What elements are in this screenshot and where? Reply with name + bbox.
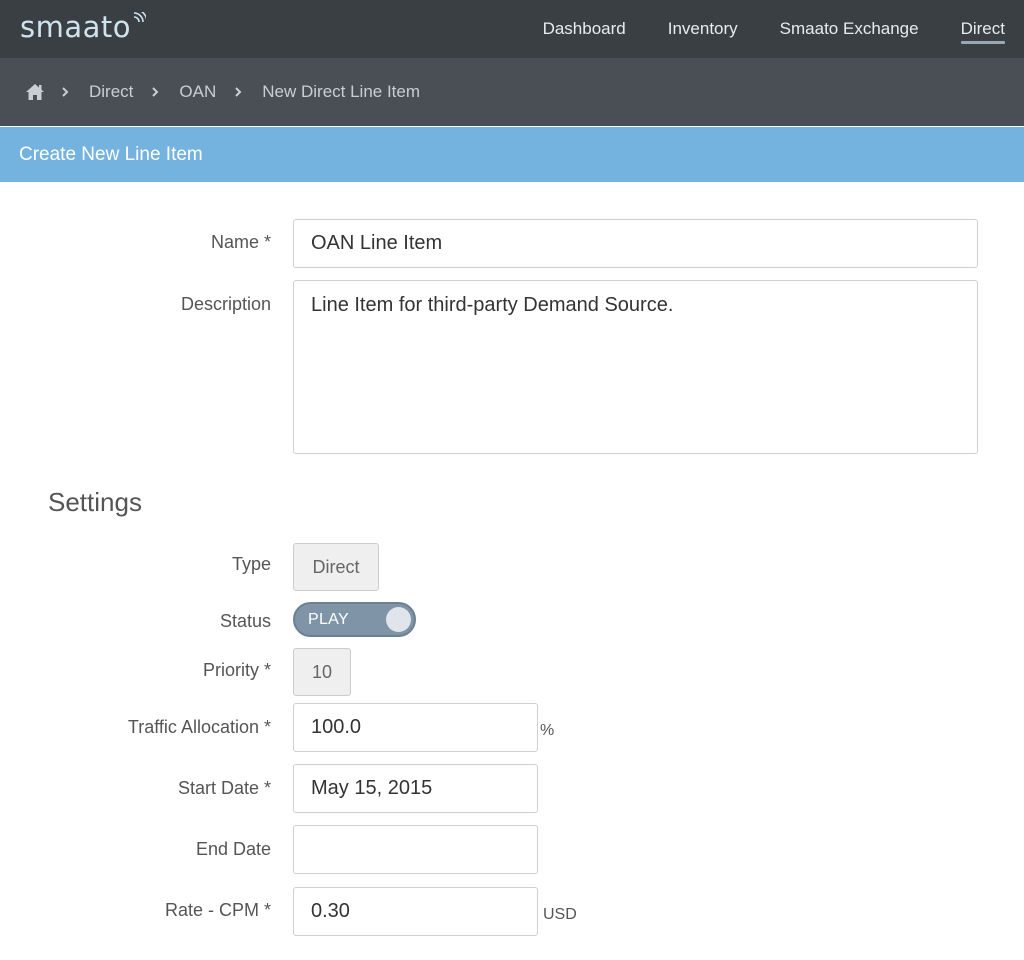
- nav-inventory[interactable]: Inventory: [668, 0, 738, 58]
- usd-unit: USD: [543, 906, 577, 923]
- panel-header: Create New Line Item: [0, 127, 1024, 182]
- start-date-label: Start Date *: [177, 778, 271, 798]
- status-toggle[interactable]: PLAY: [293, 602, 416, 637]
- signal-icon: [133, 12, 147, 23]
- breadcrumb: Direct OAN New Direct Line Item: [0, 58, 1024, 126]
- priority-label: Priority *: [202, 660, 271, 680]
- smaato-logo[interactable]: smaato: [20, 10, 147, 44]
- traffic-allocation-label: Traffic Allocation *: [127, 717, 271, 737]
- breadcrumb-oan[interactable]: OAN: [179, 82, 216, 102]
- nav-dashboard[interactable]: Dashboard: [543, 0, 626, 58]
- status-toggle-label: PLAY: [308, 611, 349, 628]
- chevron-right-icon: [152, 87, 159, 97]
- breadcrumb-direct[interactable]: Direct: [89, 82, 133, 102]
- start-date-input[interactable]: May 15, 2015: [293, 764, 538, 813]
- chevron-right-icon: [235, 87, 242, 97]
- description-textarea[interactable]: Line Item for third-party Demand Source.: [293, 280, 978, 454]
- logo-text: smaato: [20, 10, 132, 44]
- page-title: Create New Line Item: [19, 143, 203, 165]
- description-label: Description: [180, 294, 271, 314]
- main-nav: Dashboard Inventory Smaato Exchange Dire…: [543, 0, 1006, 58]
- toggle-knob: [386, 607, 411, 632]
- name-label: Name *: [210, 232, 271, 252]
- settings-heading: Settings: [48, 487, 142, 517]
- nav-smaato-exchange[interactable]: Smaato Exchange: [780, 0, 919, 58]
- chevron-right-icon: [62, 87, 69, 97]
- home-icon[interactable]: [25, 82, 45, 102]
- status-label: Status: [219, 611, 271, 631]
- end-date-input[interactable]: [293, 825, 538, 874]
- top-navbar: smaato Dashboard Inventory Smaato Exchan…: [0, 0, 1024, 58]
- nav-direct[interactable]: Direct: [960, 0, 1006, 58]
- type-label: Type: [231, 554, 271, 574]
- percent-unit: %: [540, 722, 555, 739]
- rate-cpm-input[interactable]: 0.30: [293, 887, 538, 936]
- rate-cpm-label: Rate - CPM *: [164, 900, 271, 920]
- name-input[interactable]: OAN Line Item: [293, 219, 978, 268]
- type-value: Direct: [293, 543, 379, 591]
- traffic-allocation-input[interactable]: 100.0: [293, 703, 538, 752]
- priority-value: 10: [293, 648, 351, 696]
- breadcrumb-current: New Direct Line Item: [262, 82, 421, 101]
- end-date-label: End Date: [195, 839, 271, 859]
